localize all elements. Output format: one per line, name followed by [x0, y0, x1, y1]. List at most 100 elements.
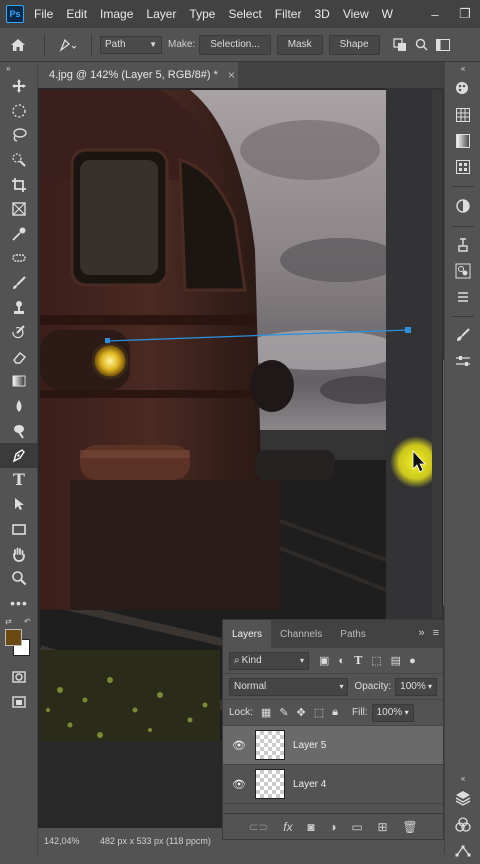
channels-dock-icon[interactable]	[445, 812, 480, 838]
minimize-icon[interactable]: –	[420, 7, 450, 22]
dock-collapse-icon[interactable]: «	[445, 62, 480, 74]
lock-label: Lock:	[229, 707, 253, 718]
zoom-level[interactable]: 142,04%	[38, 836, 100, 846]
fx-icon[interactable]: fx	[283, 820, 292, 834]
default-colors-icon[interactable]: ↶	[24, 617, 31, 626]
dock-collapse-icon-lower[interactable]: «	[445, 772, 480, 784]
paths-dock-icon[interactable]	[445, 838, 480, 864]
tool-mode-select[interactable]: Path ▼	[100, 35, 162, 54]
blur-tool-icon[interactable]	[0, 394, 38, 419]
lock-transparent-icon[interactable]: ▦	[261, 706, 271, 719]
opacity-field[interactable]: 100% ▾	[395, 677, 437, 696]
clone-stamp-tool-icon[interactable]	[0, 295, 38, 320]
menu-view[interactable]: View	[343, 7, 369, 21]
menu-image[interactable]: Image	[100, 7, 133, 21]
visibility-eye-icon[interactable]: 👁︎	[231, 778, 247, 791]
filter-smart-object-icon[interactable]: ▤	[391, 654, 401, 667]
type-tool-icon[interactable]: T	[0, 468, 38, 493]
more-tools-icon[interactable]: •••	[0, 590, 38, 615]
path-selection-tool-icon[interactable]	[0, 492, 38, 517]
rectangle-tool-icon[interactable]	[0, 517, 38, 542]
healing-brush-tool-icon[interactable]	[0, 246, 38, 271]
color-panel-icon[interactable]	[445, 74, 480, 102]
restore-icon[interactable]: ❐	[450, 6, 480, 22]
canvas-vertical-scrollbar[interactable]	[432, 90, 448, 618]
menu-type[interactable]: Type	[189, 7, 215, 21]
mask-button[interactable]: Mask	[276, 34, 323, 55]
channels-panel-icon[interactable]	[445, 258, 480, 284]
brush-settings-panel-icon[interactable]	[445, 348, 480, 374]
move-tool-icon[interactable]	[0, 74, 38, 99]
menu-layer[interactable]: Layer	[146, 7, 176, 21]
layer-row[interactable]: 👁︎ Layer 4	[223, 765, 443, 804]
layer-filter-select[interactable]: ⌕ Kind ▾	[229, 651, 309, 670]
lasso-tool-icon[interactable]	[0, 123, 38, 148]
new-group-icon[interactable]: ▭	[351, 820, 362, 834]
dodge-tool-icon[interactable]	[0, 418, 38, 443]
selection-button[interactable]: Selection...	[199, 34, 271, 55]
filter-toggle-icon[interactable]: ●	[409, 655, 416, 667]
gradient-tool-icon[interactable]	[0, 369, 38, 394]
shape-button[interactable]: Shape	[328, 34, 380, 55]
collapse-panel-icon[interactable]: »	[418, 627, 424, 639]
menu-select[interactable]: Select	[228, 7, 261, 21]
zoom-tool-icon[interactable]	[0, 566, 38, 591]
quick-selection-tool-icon[interactable]	[0, 148, 38, 173]
home-button[interactable]	[0, 28, 36, 62]
menu-file[interactable]: File	[34, 7, 53, 21]
fill-field[interactable]: 100% ▾	[371, 703, 414, 722]
eyedropper-tool-icon[interactable]	[0, 222, 38, 247]
frame-tool-icon[interactable]	[0, 197, 38, 222]
layer-row[interactable]: 👁︎ Layer 5	[223, 726, 443, 765]
close-icon[interactable]: ×	[228, 68, 235, 82]
properties-panel-icon[interactable]	[445, 284, 480, 310]
hand-tool-icon[interactable]	[0, 541, 38, 566]
blend-mode-select[interactable]: Normal ▾	[229, 677, 349, 696]
history-panel-icon[interactable]	[445, 232, 480, 258]
toolbar-collapse-icon[interactable]: »	[0, 62, 38, 74]
link-layers-icon[interactable]: ⊂⊃	[248, 820, 268, 834]
marquee-tool-icon[interactable]	[0, 99, 38, 124]
swap-colors-icon[interactable]: ⇄	[5, 617, 12, 626]
menu-window[interactable]: W	[382, 7, 393, 21]
screen-mode-icon[interactable]	[0, 690, 38, 715]
brush-tool-icon[interactable]	[0, 271, 38, 296]
history-brush-tool-icon[interactable]	[0, 320, 38, 345]
search-icon[interactable]	[412, 38, 432, 51]
filter-shape-icon[interactable]: ⬚	[371, 654, 381, 667]
lock-artboard-icon[interactable]: ⬚	[314, 706, 324, 719]
tab-layers[interactable]: Layers	[223, 620, 272, 648]
pen-tool-icon[interactable]	[0, 442, 38, 468]
workspace-icon[interactable]	[432, 38, 454, 51]
swatches-panel-icon[interactable]	[445, 102, 480, 128]
panel-menu-icon[interactable]: ≡	[433, 627, 439, 639]
filter-pixel-icon[interactable]: ▣	[319, 654, 329, 667]
lock-image-icon[interactable]: ✎	[279, 706, 288, 719]
menu-edit[interactable]: Edit	[66, 7, 87, 21]
filter-adjustment-icon[interactable]: ◐	[338, 655, 345, 667]
quick-mask-icon[interactable]	[0, 665, 38, 690]
lock-all-icon[interactable]: 🔒︎	[332, 706, 338, 719]
adjustments-panel-icon[interactable]	[445, 192, 480, 220]
delete-layer-icon[interactable]: 🗑︎	[402, 820, 417, 834]
filter-type-icon[interactable]: T	[354, 654, 362, 667]
new-layer-icon[interactable]: ⊞	[378, 820, 388, 834]
eraser-tool-icon[interactable]	[0, 345, 38, 370]
patterns-panel-icon[interactable]	[445, 154, 480, 180]
menu-filter[interactable]: Filter	[275, 7, 302, 21]
document-tab[interactable]: 4.jpg @ 142% (Layer 5, RGB/8#) * ×	[38, 62, 238, 88]
tab-channels[interactable]: Channels	[271, 620, 331, 648]
menu-3d[interactable]: 3D	[314, 7, 329, 21]
lock-position-icon[interactable]: ✥	[297, 706, 306, 719]
pen-tool-preset-icon[interactable]	[53, 37, 83, 53]
adjustment-layer-icon[interactable]: ◑	[329, 820, 336, 834]
crop-tool-icon[interactable]	[0, 172, 38, 197]
tab-paths[interactable]: Paths	[331, 620, 375, 648]
foreground-color-swatch[interactable]	[5, 629, 22, 647]
visibility-eye-icon[interactable]: 👁︎	[231, 739, 247, 752]
path-operations-icon[interactable]	[388, 37, 412, 52]
add-mask-icon[interactable]: ◙	[307, 820, 314, 834]
brushes-panel-icon[interactable]	[445, 322, 480, 348]
layers-panel-icon[interactable]	[445, 784, 480, 812]
gradients-panel-icon[interactable]	[445, 128, 480, 154]
